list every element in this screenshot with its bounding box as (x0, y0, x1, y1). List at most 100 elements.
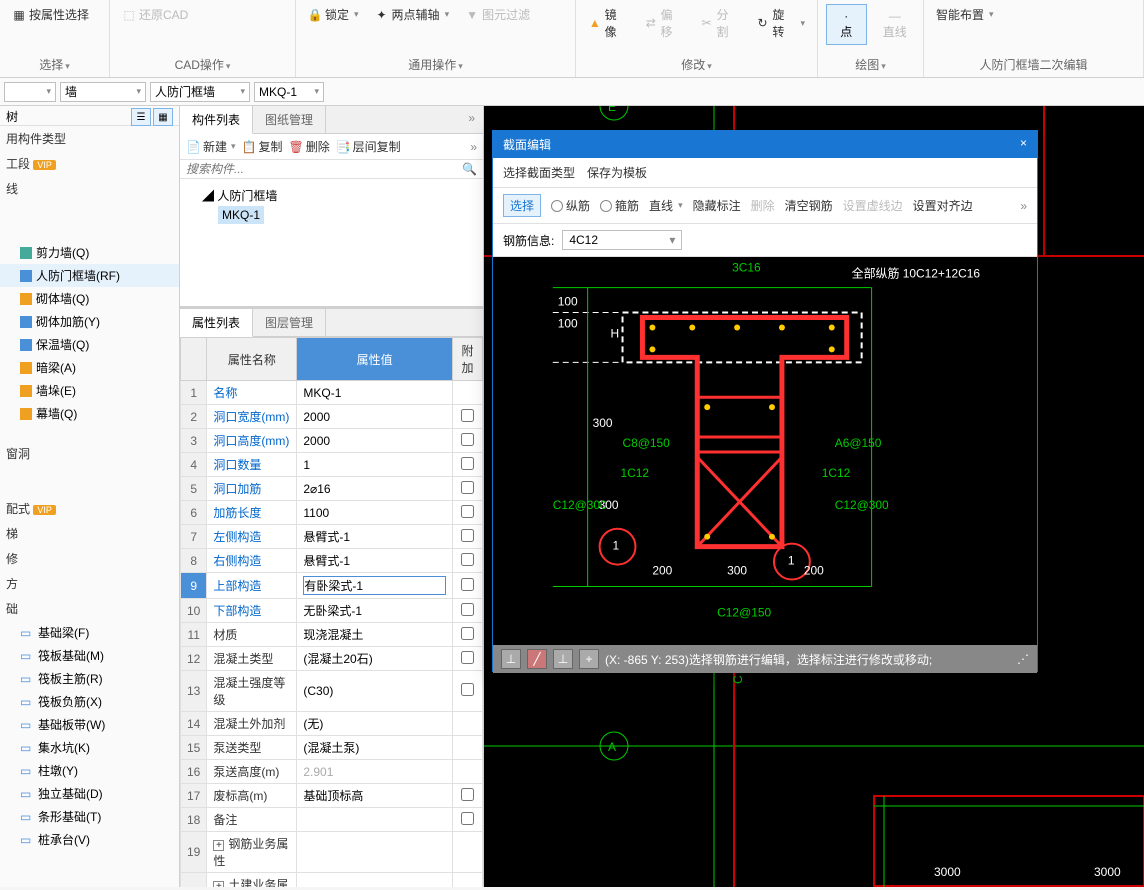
layer-copy-button[interactable]: 📑层间复制 (336, 138, 401, 155)
section-canvas[interactable]: 3C16 全部纵筋 10C12+12C16 H 300 300 1 1 200 … (493, 257, 1037, 645)
additional-checkbox[interactable] (461, 433, 474, 446)
property-row[interactable]: 10下部构造无卧梁式-1 (181, 599, 483, 623)
sidebar-item-foundation[interactable]: ▭筏板负筋(X) (0, 690, 179, 713)
sidebar-item-wall[interactable]: 人防门框墙(RF) (0, 264, 179, 287)
tree-section-fit[interactable]: 配式 VIP (0, 496, 179, 521)
additional-checkbox[interactable] (461, 603, 474, 616)
sidebar-item-foundation[interactable]: ▭条形基础(T) (0, 805, 179, 828)
tree-section-stair[interactable]: 梯 (0, 521, 179, 546)
additional-checkbox[interactable] (461, 553, 474, 566)
sidebar-item-foundation[interactable]: ▭筏板主筋(R) (0, 667, 179, 690)
additional-checkbox[interactable] (461, 651, 474, 664)
sidebar-item-wall[interactable]: 暗梁(A) (0, 356, 179, 379)
draw-label[interactable]: 绘图 (826, 54, 915, 73)
sidebar-item-foundation[interactable]: ▭独立基础(D) (0, 782, 179, 805)
combo-floor[interactable]: ▾ (4, 82, 56, 102)
sidebar-item-foundation[interactable]: ▭筏板基础(M) (0, 644, 179, 667)
property-row[interactable]: 16泵送高度(m)2.901 (181, 760, 483, 784)
resize-grip-icon[interactable]: ⋰ (1017, 652, 1029, 666)
property-row[interactable]: 12混凝土类型(混凝土20石) (181, 647, 483, 671)
tool-clear-rebar[interactable]: 清空钢筋 (785, 197, 833, 214)
component-tree-root[interactable]: ◢ 人防门框墙 (186, 185, 477, 206)
tab-drawing-mgmt[interactable]: 图纸管理 (253, 106, 326, 133)
tree-section-dir[interactable]: 方 (0, 571, 179, 596)
property-row[interactable]: 3洞口高度(mm)2000 (181, 429, 483, 453)
rebar-info-combo[interactable]: 4C12▾ (562, 230, 682, 250)
status-icon-2[interactable]: ╱ (527, 649, 547, 669)
status-icon-1[interactable]: ⊥ (501, 649, 521, 669)
additional-checkbox[interactable] (461, 505, 474, 518)
sidebar-item-foundation[interactable]: ▭基础梁(F) (0, 621, 179, 644)
component-tree-item-selected[interactable]: MKQ-1 (218, 206, 264, 224)
tree-section-fix[interactable]: 修 (0, 546, 179, 571)
property-row[interactable]: 4洞口数量1 (181, 453, 483, 477)
copy-button[interactable]: 📋复制 (242, 138, 283, 155)
mirror-button[interactable]: ▲镜像 (584, 4, 632, 42)
sidebar-item-wall[interactable]: 砌体墙(Q) (0, 287, 179, 310)
additional-checkbox[interactable] (461, 409, 474, 422)
property-row[interactable]: 19+钢筋业务属性 (181, 832, 483, 873)
tool-delete[interactable]: 删除 (751, 197, 775, 214)
modify-label[interactable]: 修改 (584, 54, 809, 73)
sidebar-item-wall[interactable]: 剪力墙(Q) (0, 241, 179, 264)
additional-checkbox[interactable] (461, 627, 474, 640)
additional-checkbox[interactable] (461, 529, 474, 542)
property-row[interactable]: 13混凝土强度等级(C30) (181, 671, 483, 712)
two-point-axis-button[interactable]: ✦两点辅轴 (371, 4, 454, 25)
select-group-label[interactable]: 选择 (8, 54, 101, 73)
cad-ops-label[interactable]: CAD操作 (118, 54, 287, 73)
search-input[interactable] (186, 162, 462, 176)
toolbar-more-icon[interactable]: » (470, 140, 477, 154)
sidebar-item-foundation[interactable]: ▭桩承台(V) (0, 828, 179, 851)
property-row[interactable]: 8右侧构造悬臂式-1 (181, 549, 483, 573)
rotate-button[interactable]: ↻旋转 (752, 4, 809, 42)
tree-section-window[interactable]: 窗洞 (0, 441, 179, 466)
sidebar-item-foundation[interactable]: ▭基础板带(W) (0, 713, 179, 736)
sidebar-item-foundation[interactable]: ▭集水坑(K) (0, 736, 179, 759)
new-button[interactable]: 📄新建 (186, 138, 236, 155)
property-row[interactable]: 18备注 (181, 808, 483, 832)
status-icon-4[interactable]: + (579, 649, 599, 669)
tree-section-line[interactable]: 线 (0, 176, 179, 201)
restore-cad-button[interactable]: ⬚还原CAD (118, 4, 192, 25)
tool-line[interactable]: 直线 (649, 197, 683, 214)
property-row[interactable]: 2洞口宽度(mm)2000 (181, 405, 483, 429)
property-row[interactable]: 15泵送类型(混凝土泵) (181, 736, 483, 760)
select-by-attr-button[interactable]: ▦按属性选择 (8, 4, 93, 25)
sidebar-item-wall[interactable]: 墙垛(E) (0, 379, 179, 402)
additional-checkbox[interactable] (461, 812, 474, 825)
tool-set-dashed[interactable]: 设置虚线边 (843, 197, 903, 214)
sidebar-item-wall[interactable]: 砌体加筋(Y) (0, 310, 179, 333)
common-ops-label[interactable]: 通用操作 (304, 54, 567, 73)
tool-vertical-rebar[interactable]: 纵筋 (551, 197, 590, 214)
tab-component-list[interactable]: 构件列表 (180, 106, 253, 134)
additional-checkbox[interactable] (461, 457, 474, 470)
dialog-close-button[interactable]: × (1020, 136, 1027, 153)
tab-layer-mgmt[interactable]: 图层管理 (253, 309, 326, 336)
lock-button[interactable]: 🔒锁定 (304, 4, 363, 25)
delete-button[interactable]: 🗑删除 (288, 138, 329, 155)
tree-section-segment[interactable]: 工段 VIP (0, 151, 179, 176)
tool-set-align[interactable]: 设置对齐边 (913, 197, 973, 214)
property-row[interactable]: 17废标高(m)基础顶标高 (181, 784, 483, 808)
additional-checkbox[interactable] (461, 683, 474, 696)
filter-button[interactable]: ▼图元过滤 (461, 4, 534, 25)
sidebar-view-list[interactable]: ☰ (131, 108, 151, 126)
sidebar-item-foundation[interactable]: ▭柱墩(Y) (0, 759, 179, 782)
smart-layout-button[interactable]: 智能布置 (932, 4, 998, 25)
tool-select[interactable]: 选择 (503, 194, 541, 217)
property-row[interactable]: 6加筋长度1100 (181, 501, 483, 525)
tabs-more-icon[interactable]: » (460, 106, 483, 133)
sidebar-view-grid[interactable]: ▦ (153, 108, 173, 126)
property-row[interactable]: 9上部构造有卧梁式-1 (181, 573, 483, 599)
property-row[interactable]: 14混凝土外加剂(无) (181, 712, 483, 736)
offset-button[interactable]: ⇄偏移 (640, 4, 688, 42)
combo-category[interactable]: 墙▾ (60, 82, 146, 102)
combo-instance[interactable]: MKQ-1▾ (254, 82, 324, 102)
menu-save-template[interactable]: 保存为模板 (587, 164, 647, 181)
property-row[interactable]: 29+土建业务属性 (181, 873, 483, 888)
property-row[interactable]: 11材质现浇混凝土 (181, 623, 483, 647)
property-row[interactable]: 7左侧构造悬臂式-1 (181, 525, 483, 549)
status-icon-3[interactable]: ⊥ (553, 649, 573, 669)
search-icon[interactable]: 🔍 (462, 162, 477, 176)
